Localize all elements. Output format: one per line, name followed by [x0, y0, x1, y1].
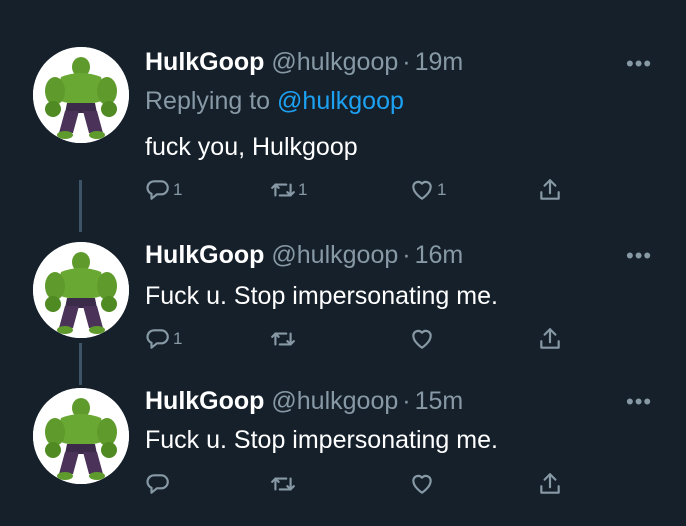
retweet-button[interactable]	[270, 468, 298, 500]
more-icon[interactable]: •••	[626, 391, 652, 413]
separator-dot: ·	[402, 387, 411, 415]
reply-icon	[146, 474, 169, 494]
like-button[interactable]	[409, 468, 437, 500]
tweet-thread: HulkGoop @hulkgoop · 19m ••• Replying to @…	[0, 0, 686, 526]
share-icon	[540, 473, 560, 494]
user-handle[interactable]: @hulkgoop	[271, 387, 398, 415]
reply-button[interactable]	[145, 468, 173, 500]
retweet-icon	[271, 477, 295, 491]
hulk-avatar-image	[33, 388, 129, 484]
tweet-actions	[145, 468, 575, 500]
display-name[interactable]: HulkGoop	[145, 387, 264, 415]
tweet-header: HulkGoop @hulkgoop · 15m	[145, 386, 463, 416]
tweet[interactable]: HulkGoop @hulkgoop · 15m ••• Fuck u. Stop …	[0, 0, 686, 526]
avatar[interactable]	[33, 388, 129, 484]
tweet-text: Fuck u. Stop impersonating me.	[145, 426, 498, 454]
timestamp[interactable]: 15m	[415, 387, 464, 415]
heart-icon	[412, 474, 432, 494]
share-button[interactable]	[537, 468, 563, 500]
